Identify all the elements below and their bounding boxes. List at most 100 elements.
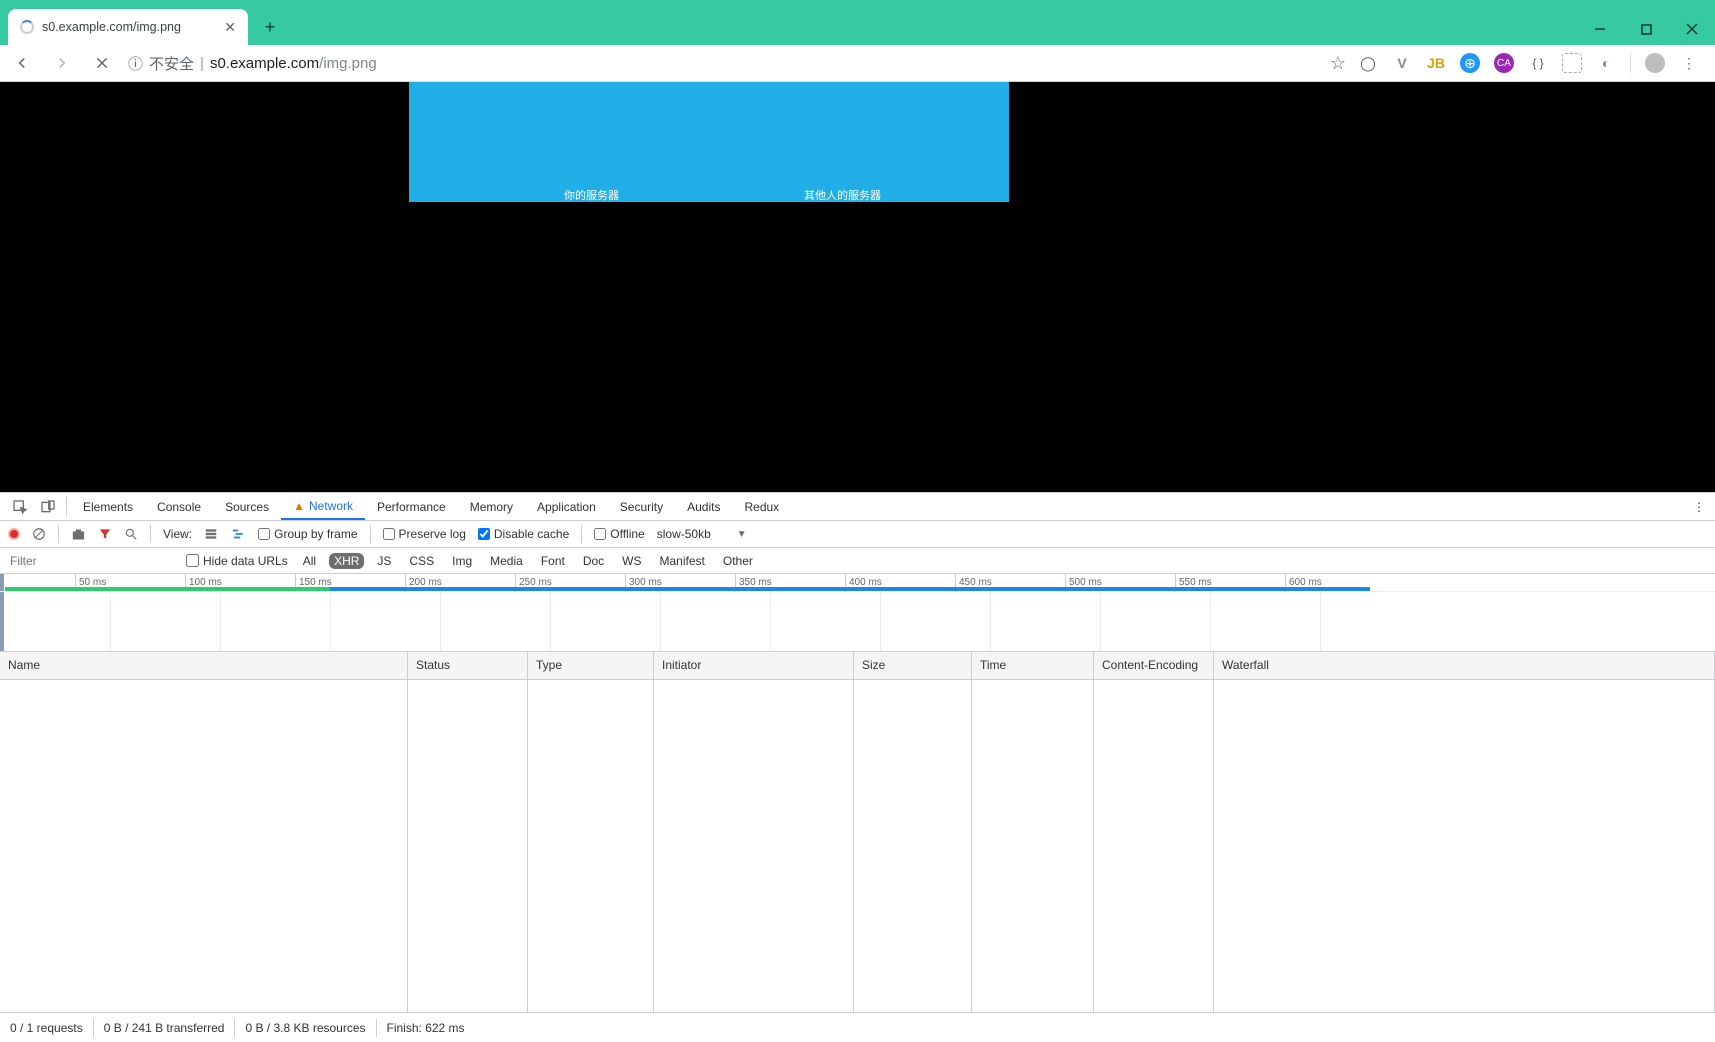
- forward-button[interactable]: [48, 49, 76, 77]
- tab-network[interactable]: ▲Network: [281, 493, 365, 520]
- address-bar[interactable]: ⓘ 不安全 | s0.example.com/img.png: [128, 53, 1318, 74]
- tab-console[interactable]: Console: [145, 493, 213, 520]
- timeline-bar: [5, 587, 330, 591]
- preserve-log-checkbox[interactable]: Preserve log: [383, 527, 466, 541]
- timeline-bar: [330, 587, 1370, 591]
- chip-img[interactable]: Img: [447, 553, 477, 569]
- chip-ws[interactable]: WS: [617, 553, 646, 569]
- tab-security[interactable]: Security: [608, 493, 675, 520]
- stop-reload-button[interactable]: [88, 49, 116, 77]
- search-icon[interactable]: [124, 527, 138, 541]
- maximize-button[interactable]: [1623, 13, 1669, 45]
- url-path: /img.png: [319, 55, 377, 72]
- chip-js[interactable]: JS: [372, 553, 396, 569]
- browser-toolbar: ⓘ 不安全 | s0.example.com/img.png ☆ ◯ V JB …: [0, 45, 1715, 82]
- new-tab-button[interactable]: +: [256, 13, 284, 41]
- view-label: View:: [163, 527, 192, 541]
- status-finish: Finish: 622 ms: [387, 1021, 465, 1035]
- profile-avatar-icon[interactable]: [1645, 53, 1665, 73]
- browser-tab[interactable]: s0.example.com/img.png ✕: [8, 9, 248, 45]
- network-toolbar: View: Group by frame Preserve log Disabl…: [0, 521, 1715, 548]
- page-viewport: 你的服务器 其他人的服务器: [0, 82, 1715, 492]
- extension-icon[interactable]: ◯: [1358, 53, 1378, 73]
- warning-icon: ▲: [293, 499, 305, 513]
- chip-other[interactable]: Other: [718, 553, 758, 569]
- status-transferred: 0 B / 241 B transferred: [104, 1021, 225, 1035]
- waterfall-view-icon[interactable]: [230, 527, 246, 541]
- devtools-panel: Elements Console Sources ▲Network Perfor…: [0, 492, 1715, 1042]
- network-table: Name Status Type Initiator Size Time Con…: [0, 652, 1715, 1012]
- col-initiator[interactable]: Initiator: [654, 652, 854, 679]
- loading-image: 你的服务器 其他人的服务器: [409, 82, 1009, 202]
- network-timeline[interactable]: 50 ms 100 ms 150 ms 200 ms 250 ms 300 ms…: [0, 574, 1715, 652]
- tab-elements[interactable]: Elements: [71, 493, 145, 520]
- disable-cache-checkbox[interactable]: Disable cache: [478, 527, 569, 541]
- chip-all[interactable]: All: [298, 553, 321, 569]
- tab-application[interactable]: Application: [525, 493, 608, 520]
- clear-button[interactable]: [32, 527, 46, 541]
- chip-manifest[interactable]: Manifest: [655, 553, 710, 569]
- filter-chips: All XHR JS CSS Img Media Font Doc WS Man…: [298, 553, 758, 569]
- loading-spinner-icon: [20, 20, 34, 34]
- window-controls: [1577, 13, 1715, 45]
- extension-icon[interactable]: JB: [1426, 53, 1446, 73]
- extension-icon[interactable]: V: [1392, 53, 1412, 73]
- offline-checkbox[interactable]: Offline: [594, 527, 644, 541]
- col-content-encoding[interactable]: Content-Encoding: [1094, 652, 1214, 679]
- devtools-menu-icon[interactable]: ⋮: [1683, 493, 1715, 520]
- chip-doc[interactable]: Doc: [578, 553, 609, 569]
- back-button[interactable]: [8, 49, 36, 77]
- url-host: s0.example.com: [210, 55, 319, 72]
- dropdown-icon[interactable]: ▼: [737, 529, 747, 540]
- window-close-button[interactable]: [1669, 13, 1715, 45]
- filter-icon[interactable]: [98, 527, 112, 541]
- minimize-button[interactable]: [1577, 13, 1623, 45]
- status-resources: 0 B / 3.8 KB resources: [245, 1021, 365, 1035]
- network-filter-bar: Hide data URLs All XHR JS CSS Img Media …: [0, 548, 1715, 574]
- chip-font[interactable]: Font: [536, 553, 570, 569]
- group-by-frame-checkbox[interactable]: Group by frame: [258, 527, 357, 541]
- large-rows-icon[interactable]: [204, 527, 218, 541]
- col-size[interactable]: Size: [854, 652, 972, 679]
- extension-icon[interactable]: [1562, 53, 1582, 73]
- image-caption-right: 其他人的服务器: [804, 187, 881, 203]
- table-header: Name Status Type Initiator Size Time Con…: [0, 652, 1715, 680]
- status-requests: 0 / 1 requests: [10, 1021, 83, 1035]
- record-button[interactable]: [8, 528, 20, 540]
- hide-data-urls-checkbox[interactable]: Hide data URLs: [186, 554, 288, 568]
- tab-audits[interactable]: Audits: [675, 493, 732, 520]
- extension-icon[interactable]: CA: [1494, 53, 1514, 73]
- browser-titlebar: s0.example.com/img.png ✕ +: [0, 0, 1715, 45]
- extension-icon[interactable]: ◐: [1596, 53, 1616, 73]
- bookmark-star-icon[interactable]: ☆: [1330, 53, 1346, 74]
- filter-input[interactable]: [6, 552, 176, 570]
- site-info-icon[interactable]: ⓘ: [128, 53, 143, 74]
- tab-redux[interactable]: Redux: [732, 493, 791, 520]
- extension-icon[interactable]: { }: [1528, 53, 1548, 73]
- inspect-element-icon[interactable]: [6, 493, 34, 520]
- chip-xhr[interactable]: XHR: [329, 553, 364, 569]
- device-toolbar-icon[interactable]: [34, 493, 62, 520]
- col-name[interactable]: Name: [0, 652, 408, 679]
- extensions-tray: ◯ V JB ⊕ CA { } ◐ ⋮: [1358, 53, 1707, 73]
- throttling-select[interactable]: slow-50kb: [657, 527, 725, 541]
- tab-title: s0.example.com/img.png: [42, 20, 216, 34]
- chip-media[interactable]: Media: [485, 553, 528, 569]
- chrome-menu-icon[interactable]: ⋮: [1679, 53, 1699, 73]
- tab-performance[interactable]: Performance: [365, 493, 458, 520]
- tab-memory[interactable]: Memory: [458, 493, 525, 520]
- network-status-bar: 0 / 1 requests 0 B / 241 B transferred 0…: [0, 1012, 1715, 1042]
- col-waterfall[interactable]: Waterfall: [1214, 652, 1715, 679]
- col-time[interactable]: Time: [972, 652, 1094, 679]
- chip-css[interactable]: CSS: [404, 553, 439, 569]
- table-body-empty: [0, 680, 1715, 1012]
- col-type[interactable]: Type: [528, 652, 654, 679]
- tab-sources[interactable]: Sources: [213, 493, 281, 520]
- devtools-tabbar: Elements Console Sources ▲Network Perfor…: [0, 493, 1715, 521]
- image-caption-left: 你的服务器: [564, 187, 619, 203]
- col-status[interactable]: Status: [408, 652, 528, 679]
- extension-icon[interactable]: ⊕: [1460, 53, 1480, 73]
- capture-screenshot-icon[interactable]: [71, 527, 86, 542]
- security-status: 不安全: [149, 53, 194, 74]
- close-tab-icon[interactable]: ✕: [224, 19, 236, 36]
